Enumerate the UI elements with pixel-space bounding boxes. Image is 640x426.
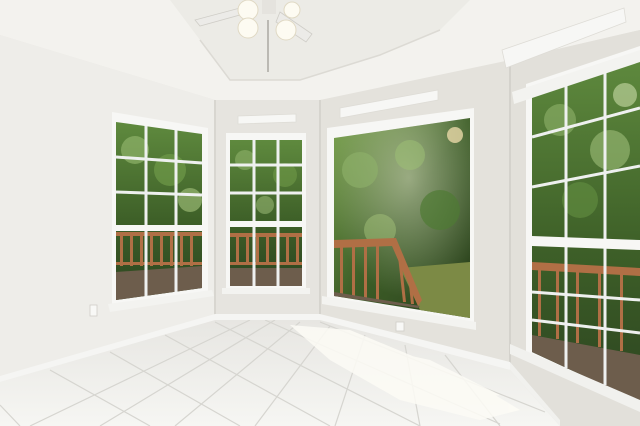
wall-outlet-right bbox=[395, 321, 405, 332]
valance-light-center bbox=[237, 113, 297, 125]
baseboard-center bbox=[215, 314, 320, 320]
sunroom-scene bbox=[0, 0, 640, 426]
wall-outlet-left bbox=[89, 304, 98, 317]
picture-window bbox=[322, 108, 476, 330]
center-window bbox=[222, 133, 310, 294]
sunroom-illustration bbox=[0, 0, 640, 426]
corner-window bbox=[510, 46, 640, 412]
left-window bbox=[108, 112, 214, 312]
